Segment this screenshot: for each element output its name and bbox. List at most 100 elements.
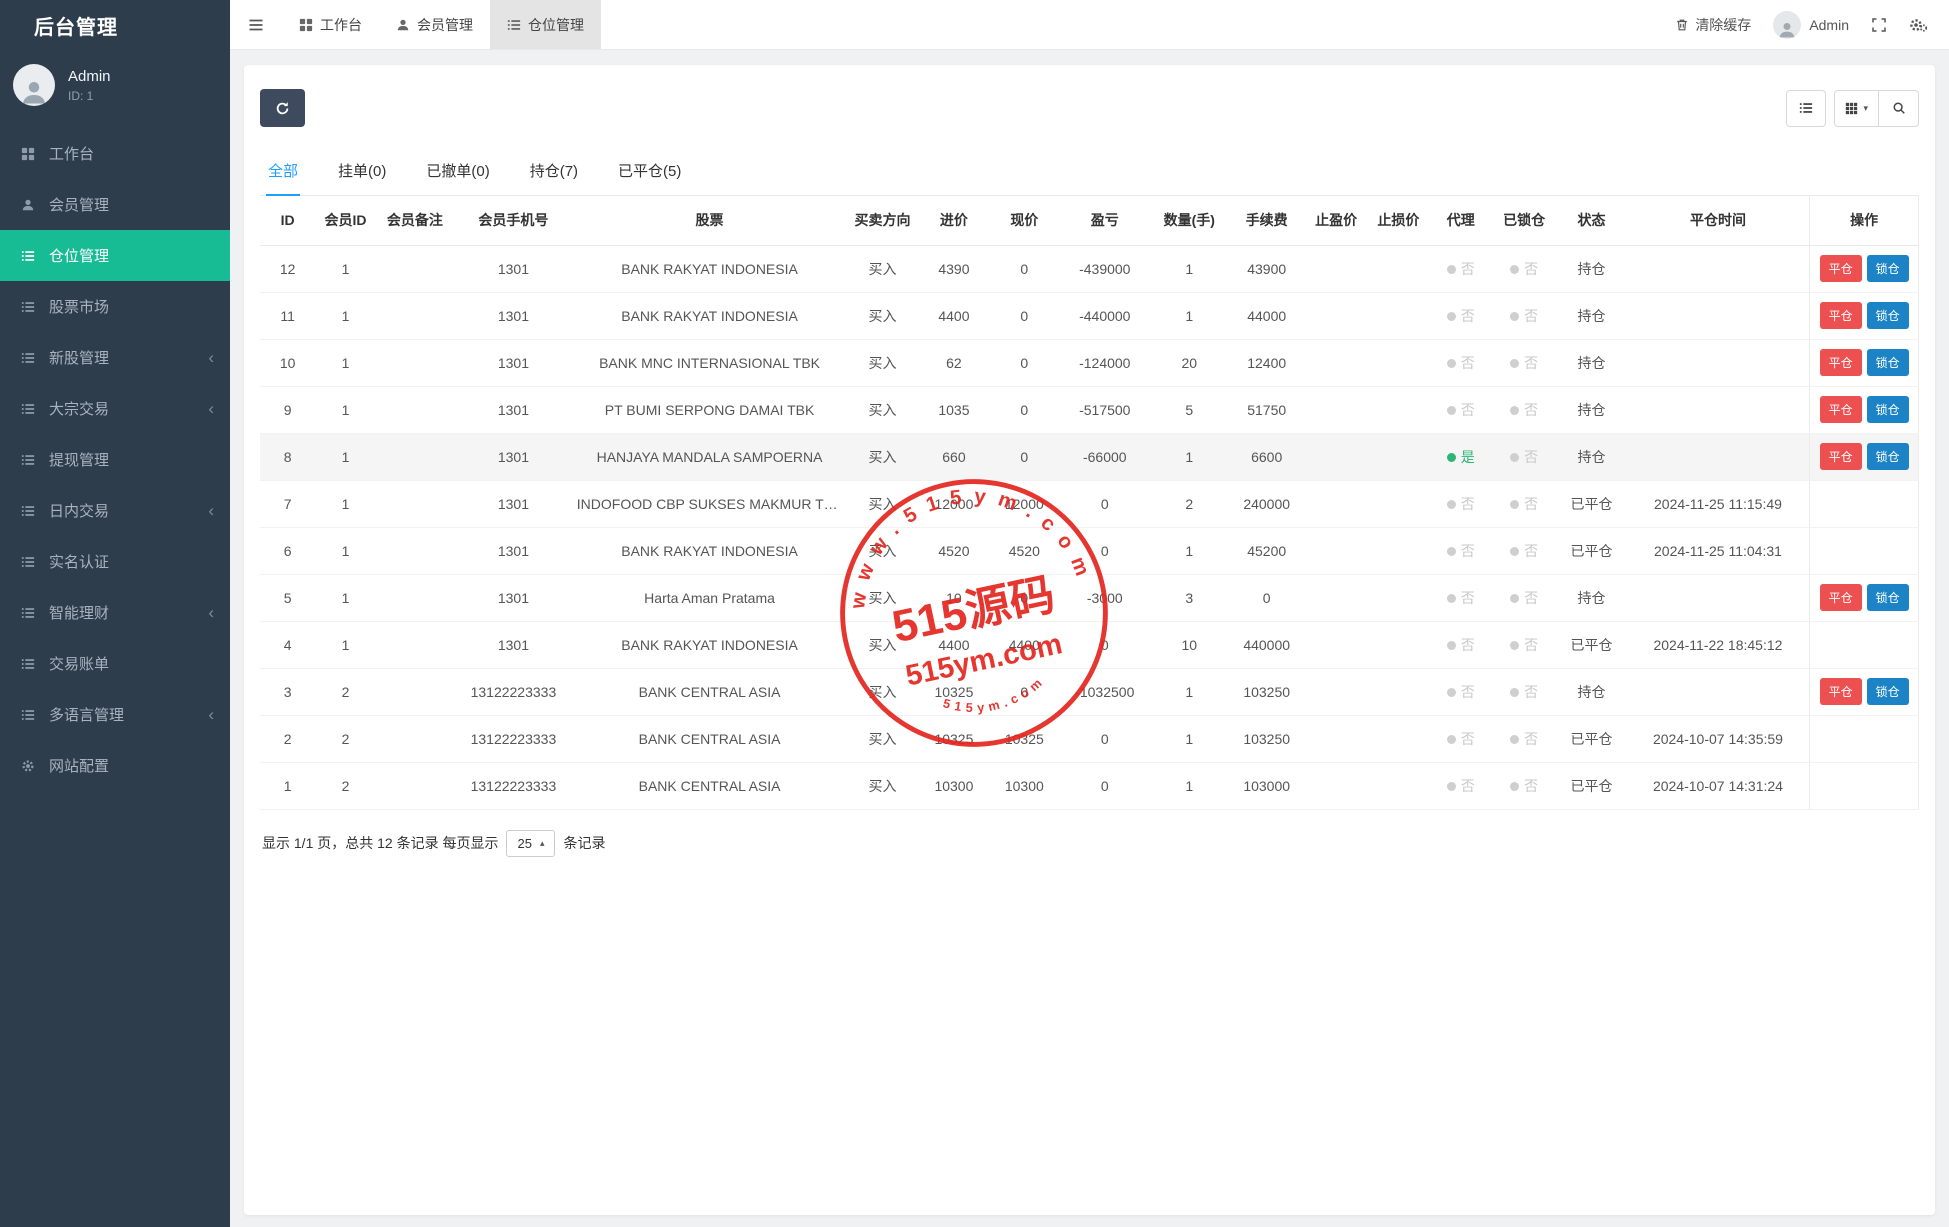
sidebar-item-trade-bill[interactable]: 交易账单: [0, 638, 230, 689]
user-icon: [21, 197, 37, 213]
sidebar-item-site-config[interactable]: 网站配置: [0, 740, 230, 791]
cell-close-time: 2024-11-25 11:04:31: [1626, 527, 1810, 575]
table-row: 1 2 13122223333 BANK CENTRAL ASIA 买入 10300 103…: [260, 762, 1919, 810]
filter-tab-3[interactable]: 持仓(7): [528, 149, 580, 195]
sidebar-item-withdrawal[interactable]: 提现管理: [0, 434, 230, 485]
cell-stock: HANJAYA MANDALA SAMPOERNA: [572, 433, 847, 481]
close-position-button[interactable]: 平仓: [1819, 255, 1862, 282]
cell-take-profit: [1304, 480, 1368, 528]
sidebar-item-stock-market[interactable]: 股票市场: [0, 281, 230, 332]
sidebar-item-members[interactable]: 会员管理: [0, 179, 230, 230]
cell-actions: 平仓 锁仓: [1809, 386, 1919, 434]
refresh-button[interactable]: [260, 89, 305, 127]
fullscreen-button[interactable]: [1871, 17, 1887, 33]
admin-menu[interactable]: Admin: [1773, 10, 1849, 39]
search-button[interactable]: [1879, 89, 1919, 127]
sidebar-item-i18n[interactable]: 多语言管理 ‹: [0, 689, 230, 740]
cell-actions: [1809, 621, 1919, 669]
table-row: 9 1 1301 PT BUMI SERPONG DAMAI TBK 买入 1035 0 -5…: [260, 386, 1919, 434]
topbar-tabs: 工作台 会员管理 仓位管理: [282, 0, 601, 49]
filter-tab-4[interactable]: 已平仓(5): [616, 149, 683, 195]
status-dot-icon: [1510, 641, 1520, 651]
lock-position-button[interactable]: 锁仓: [1866, 396, 1909, 423]
cell-member-note: [375, 386, 455, 434]
sidebar-item-intraday[interactable]: 日内交易 ‹: [0, 485, 230, 536]
column-header: 止盈价: [1304, 196, 1368, 246]
close-position-button[interactable]: 平仓: [1819, 584, 1862, 611]
sidebar-item-wealth[interactable]: 智能理财 ‹: [0, 587, 230, 638]
lock-position-button[interactable]: 锁仓: [1866, 678, 1909, 705]
column-header: ID: [260, 196, 316, 246]
list-icon: [21, 656, 37, 672]
cell-phone: 1301: [454, 339, 573, 387]
chevron-left-icon: ‹: [208, 399, 214, 418]
cell-stock: Harta Aman Pratama: [572, 574, 847, 622]
cell-close-time: 2024-11-22 18:45:12: [1626, 621, 1810, 669]
table-row: 4 1 1301 BANK RAKYAT INDONESIA 买入 4400 4400 0 10…: [260, 621, 1919, 669]
status-dot-icon: [1446, 265, 1456, 275]
cell-current-price: 0: [989, 386, 1060, 434]
column-header: 盈亏: [1059, 196, 1151, 246]
sidebar-item-kyc[interactable]: 实名认证: [0, 536, 230, 587]
cell-agent: 是: [1429, 433, 1492, 481]
cell-take-profit: [1304, 339, 1368, 387]
topbar-tab-label: 仓位管理: [528, 16, 584, 33]
cell-stock: BANK CENTRAL ASIA: [572, 668, 847, 716]
columns-view-button[interactable]: ▾: [1834, 89, 1879, 127]
status-dot-icon: [1510, 782, 1520, 792]
close-position-button[interactable]: 平仓: [1819, 396, 1862, 423]
topbar-tab-positions[interactable]: 仓位管理: [490, 0, 601, 49]
close-position-button[interactable]: 平仓: [1819, 443, 1862, 470]
sidebar-item-positions[interactable]: 仓位管理: [0, 230, 230, 281]
cell-member-note: [375, 480, 455, 528]
cell-stock: PT BUMI SERPONG DAMAI TBK: [572, 386, 847, 434]
cell-member-note: [375, 574, 455, 622]
cell-close-time: [1626, 386, 1810, 434]
cell-locked: 否: [1491, 245, 1557, 293]
sidebar-item-label: 实名认证: [49, 554, 110, 571]
cell-member-note: [375, 433, 455, 481]
sidebar-item-label: 日内交易: [49, 503, 110, 520]
cell-actions: [1809, 480, 1919, 528]
cell-take-profit: [1304, 386, 1368, 434]
lock-position-button[interactable]: 锁仓: [1866, 584, 1909, 611]
filter-tab-1[interactable]: 挂单(0): [336, 149, 388, 195]
cell-status: 已平仓: [1556, 527, 1627, 575]
lock-position-button[interactable]: 锁仓: [1866, 302, 1909, 329]
close-position-button[interactable]: 平仓: [1819, 302, 1862, 329]
cell-direction: 买入: [846, 386, 919, 434]
cell-status: 持仓: [1556, 433, 1627, 481]
sidebar-user: Admin ID: 1: [0, 56, 230, 122]
admin-avatar: [1773, 10, 1802, 39]
cell-fee: 103250: [1228, 668, 1305, 716]
sidebar-item-new-stock[interactable]: 新股管理 ‹: [0, 332, 230, 383]
cell-direction: 买入: [846, 245, 919, 293]
filter-tab-2[interactable]: 已撤单(0): [424, 149, 491, 195]
cell-close-time: [1626, 245, 1810, 293]
close-position-button[interactable]: 平仓: [1819, 678, 1862, 705]
cell-pnl: 0: [1059, 762, 1151, 810]
lock-position-button[interactable]: 锁仓: [1866, 349, 1909, 376]
lock-position-button[interactable]: 锁仓: [1866, 443, 1909, 470]
grid-view-icon: [1846, 102, 1858, 114]
sidebar-item-label: 会员管理: [49, 197, 110, 214]
cell-agent: 否: [1429, 245, 1492, 293]
table-row: 5 1 1301 Harta Aman Pratama 买入 10 0 -3000 3 0 否否持仓…: [260, 574, 1919, 622]
clear-cache-button[interactable]: 清除缓存: [1675, 15, 1751, 35]
topbar-tab-workbench[interactable]: 工作台: [282, 0, 379, 49]
settings-button[interactable]: [1909, 17, 1927, 33]
page-size-select[interactable]: 25 ▴: [506, 829, 556, 857]
caret-down-icon: ▾: [1863, 102, 1868, 113]
close-position-button[interactable]: 平仓: [1819, 349, 1862, 376]
topbar-tab-members[interactable]: 会员管理: [379, 0, 490, 49]
list-view-icon: [1800, 103, 1813, 113]
sidebar-item-workbench[interactable]: 工作台: [0, 128, 230, 179]
cell-fee: 51750: [1228, 386, 1305, 434]
cell-take-profit: [1304, 527, 1368, 575]
menu-toggle-button[interactable]: [230, 0, 282, 49]
list-view-button[interactable]: [1786, 89, 1827, 127]
filter-tab-0[interactable]: 全部: [266, 149, 301, 196]
cell-status: 已平仓: [1556, 621, 1627, 669]
lock-position-button[interactable]: 锁仓: [1866, 255, 1909, 282]
sidebar-item-block-trade[interactable]: 大宗交易 ‹: [0, 383, 230, 434]
